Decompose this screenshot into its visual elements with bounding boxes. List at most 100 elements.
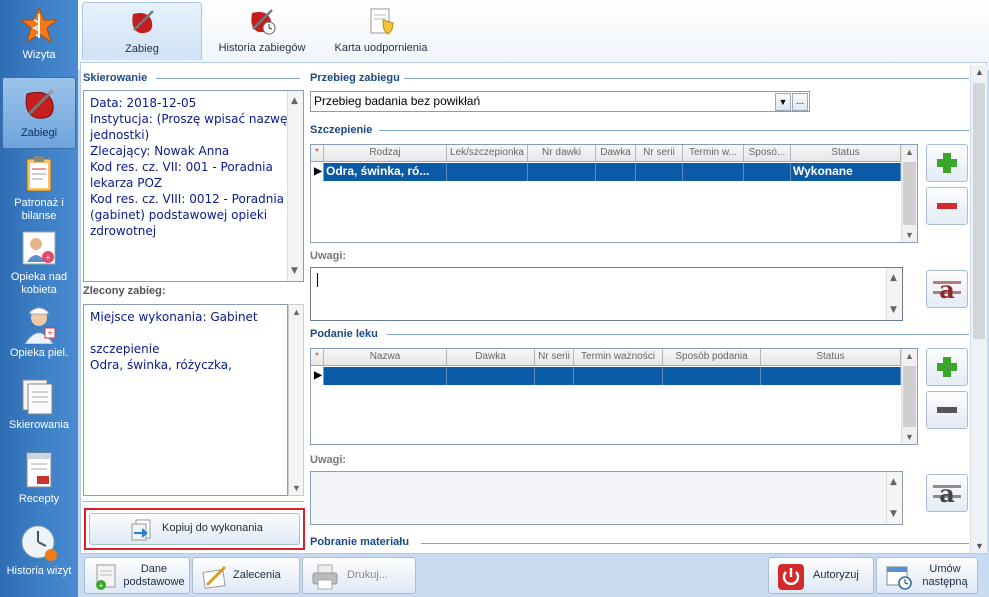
- calendar-clock-icon: [886, 566, 912, 590]
- drug-notes-input[interactable]: ▲ ▼: [310, 471, 903, 525]
- column-header[interactable]: Status: [791, 145, 901, 161]
- column-header[interactable]: Nr serii: [535, 349, 574, 365]
- referral-line: jednostki): [90, 128, 150, 142]
- main-scrollbar[interactable]: ▲ ▼: [970, 65, 987, 553]
- notes-scrollbar[interactable]: ▲ ▼: [886, 268, 902, 320]
- nav-item-recepty[interactable]: Recepty: [2, 450, 76, 512]
- table-row[interactable]: ▶: [311, 367, 901, 385]
- column-header[interactable]: Termin w...: [683, 145, 744, 161]
- cell-dawka[interactable]: [596, 163, 636, 181]
- cell-rodzaj[interactable]: Odra, świnka, ró...: [324, 163, 447, 181]
- nav-item-opieka-kobieta[interactable]: + Opieka nad kobieta: [2, 228, 76, 298]
- nav-item-historia-wizyt[interactable]: Historia wizyt: [2, 522, 76, 588]
- remove-drug-button[interactable]: [926, 391, 968, 429]
- authorize-label: Autoryzuj: [813, 569, 859, 581]
- nav-item-wizyta[interactable]: Wizyta: [2, 6, 76, 70]
- main-panel: Skierowanie Data: 2018-12-05 Instytucja:…: [80, 62, 987, 554]
- copy-button-highlight: Kopiuj do wykonania: [84, 508, 305, 550]
- vaccination-scrollbar[interactable]: ▲ ▼: [901, 145, 917, 242]
- cell-nr-serii[interactable]: [636, 163, 683, 181]
- column-header[interactable]: Sposó...: [744, 145, 791, 161]
- documents-icon: [22, 379, 53, 415]
- nav-item-opieka-piel[interactable]: + Opieka piel.: [2, 304, 76, 366]
- cell-sposob[interactable]: [663, 367, 761, 385]
- copy-button-label: Kopiuj do wykonania: [162, 522, 263, 534]
- column-header[interactable]: Termin ważności: [574, 349, 663, 365]
- cell-termin[interactable]: [574, 367, 663, 385]
- ordered-title: Zlecony zabieg:: [83, 285, 170, 297]
- print-button[interactable]: Drukuj...: [302, 557, 416, 594]
- column-header[interactable]: Nr serii: [636, 145, 683, 161]
- cell-lek[interactable]: [447, 163, 528, 181]
- svg-text:a: a: [939, 275, 955, 304]
- column-header[interactable]: Rodzaj: [324, 145, 447, 161]
- plus-icon: [937, 153, 957, 173]
- combo-dropdown-button[interactable]: ▼: [775, 93, 791, 111]
- cell-nr-dawki[interactable]: [528, 163, 596, 181]
- basic-data-button[interactable]: + Dane podstawowe: [84, 557, 190, 594]
- add-vaccination-button[interactable]: [926, 144, 968, 182]
- authorize-button[interactable]: Autoryzuj: [768, 557, 874, 594]
- referral-textbox[interactable]: Data: 2018-12-05 Instytucja: (Proszę wpi…: [83, 90, 304, 282]
- notes-scrollbar[interactable]: ▲ ▼: [886, 472, 902, 524]
- remove-vaccination-button[interactable]: [926, 187, 968, 225]
- vaccination-notes-input[interactable]: ▲ ▼: [310, 267, 903, 321]
- column-header[interactable]: Sposób podania: [663, 349, 761, 365]
- copy-arrow-icon: [131, 519, 151, 541]
- column-header[interactable]: Status: [761, 349, 901, 365]
- print-label: Drukuj...: [347, 569, 388, 581]
- tab-zabieg[interactable]: Zabieg: [82, 2, 202, 60]
- column-header[interactable]: Nazwa: [324, 349, 447, 365]
- text-templates-button[interactable]: a: [926, 270, 968, 308]
- drug-grid-header: * Nazwa Dawka Nr serii Termin ważności S…: [311, 349, 901, 366]
- column-header[interactable]: Nr dawki: [528, 145, 596, 161]
- section-divider: [313, 78, 969, 79]
- referral-line: Kod res. cz. VII: 001 - Poradnia: [90, 160, 273, 174]
- basic-data-label: Dane podstawowe: [123, 562, 185, 588]
- left-navigation: Wizyta Zabiegi Patronaż i bilanse + Opie…: [0, 0, 78, 597]
- nav-label: Historia wizyt: [6, 565, 72, 577]
- ordered-textbox[interactable]: Miejsce wykonania: Gabinet szczepienie O…: [83, 304, 288, 496]
- column-header[interactable]: Lek/szczepionka: [447, 145, 528, 161]
- ordered-scrollbar[interactable]: ▲ ▼: [288, 304, 304, 496]
- add-drug-button[interactable]: [926, 348, 968, 386]
- drug-grid[interactable]: * Nazwa Dawka Nr serii Termin ważności S…: [310, 348, 918, 445]
- drug-notes-label: Uwagi:: [310, 454, 351, 466]
- referral-line: zdrowotnej: [90, 224, 157, 238]
- column-header[interactable]: Dawka: [596, 145, 636, 161]
- nav-item-zabiegi[interactable]: Zabiegi: [2, 77, 76, 149]
- nav-item-patronaz[interactable]: Patronaż i bilanse: [2, 154, 76, 224]
- combo-more-button[interactable]: ...: [792, 93, 808, 111]
- grid-marker: *: [311, 349, 324, 365]
- sample-title: Pobranie materiału: [310, 536, 414, 548]
- cell-status[interactable]: Wykonane: [791, 163, 901, 181]
- text-templates-button[interactable]: a: [926, 474, 968, 512]
- section-divider: [421, 543, 969, 544]
- tab-karta-uodpornienia[interactable]: Karta uodpornienia: [328, 2, 434, 60]
- course-combo[interactable]: Przebieg badania bez powikłań ▼ ...: [310, 91, 810, 112]
- clock-history-icon: [21, 525, 57, 561]
- cell-nr-serii[interactable]: [535, 367, 574, 385]
- cell-dawka[interactable]: [447, 367, 535, 385]
- column-header[interactable]: Dawka: [447, 349, 535, 365]
- cell-termin[interactable]: [683, 163, 744, 181]
- nav-label: Zabiegi: [20, 127, 58, 139]
- schedule-next-button[interactable]: Umów następną: [876, 557, 978, 594]
- drug-scrollbar[interactable]: ▲ ▼: [901, 349, 917, 444]
- tab-historia-zabiegow[interactable]: Historia zabiegów: [212, 2, 312, 60]
- nav-item-skierowania[interactable]: Skierowania: [2, 376, 76, 438]
- referral-scrollbar[interactable]: ▲ ▼: [287, 91, 303, 281]
- cell-status[interactable]: [761, 367, 901, 385]
- pen-paper-icon: [202, 565, 227, 589]
- grid-marker: *: [311, 145, 324, 161]
- scroll-thumb[interactable]: [973, 83, 985, 339]
- vaccination-notes-label: Uwagi:: [310, 250, 351, 262]
- cell-sposob[interactable]: [744, 163, 791, 181]
- cell-nazwa[interactable]: [324, 367, 447, 385]
- clipboard-icon: [26, 156, 52, 192]
- vaccination-grid[interactable]: * Rodzaj Lek/szczepionka Nr dawki Dawka …: [310, 144, 918, 243]
- table-row[interactable]: ▶ Odra, świnka, ró... Wykonane: [311, 163, 901, 181]
- recommendations-button[interactable]: Zalecenia: [192, 557, 300, 594]
- prescription-icon: [26, 452, 52, 488]
- copy-to-execution-button[interactable]: Kopiuj do wykonania: [89, 513, 300, 545]
